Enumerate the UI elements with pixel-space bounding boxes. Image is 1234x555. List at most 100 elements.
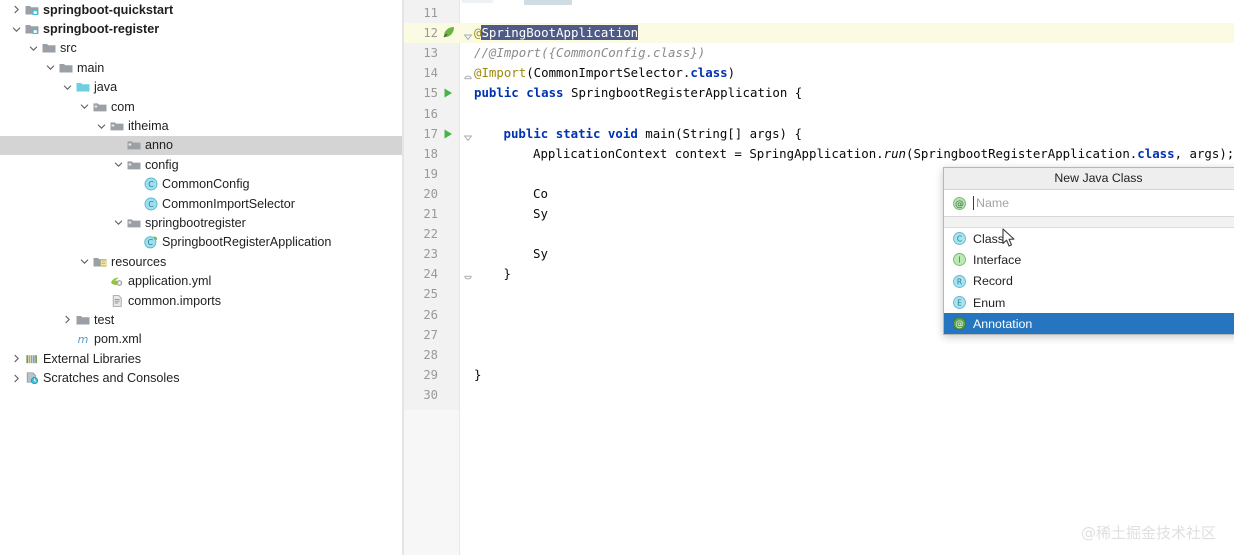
record-icon: R [951, 275, 967, 288]
tree-item-java[interactable]: java [0, 78, 402, 97]
tree-item-external-libraries[interactable]: External Libraries [0, 349, 402, 368]
chevron-right-icon[interactable] [10, 5, 23, 14]
chevron-right-icon[interactable] [10, 374, 23, 383]
tree-item-itheima[interactable]: itheima [0, 116, 402, 135]
class-kind-option-enum[interactable]: EEnum [944, 292, 1234, 313]
text-file-icon [108, 294, 125, 308]
tree-item-resources[interactable]: resources [0, 252, 402, 271]
tree-item-springboot-quickstart[interactable]: springboot-quickstart [0, 0, 402, 19]
code-line[interactable]: 17public static void main(String[] args)… [404, 124, 1234, 144]
chevron-down-icon[interactable] [44, 63, 57, 72]
tree-item-label: config [145, 158, 179, 172]
code-line[interactable]: 11 [404, 3, 1234, 23]
tree-item-config[interactable]: config [0, 155, 402, 174]
line-number: 27 [404, 325, 438, 345]
run-gutter-icon[interactable] [442, 126, 456, 140]
tree-item-main[interactable]: main [0, 58, 402, 77]
svg-text:R: R [956, 277, 961, 286]
tree-item-com[interactable]: com [0, 97, 402, 116]
code-text: @Import(CommonImportSelector.class) [474, 63, 735, 83]
code-line[interactable]: 18ApplicationContext context = SpringApp… [404, 144, 1234, 164]
tree-item-label: com [111, 100, 135, 114]
project-tool-window[interactable]: springboot-quickstart springboot-register… [0, 0, 402, 555]
tree-item-label: application.yml [128, 274, 211, 288]
tree-item-src[interactable]: src [0, 39, 402, 58]
chevron-down-icon[interactable] [112, 160, 125, 169]
tree-item-application-yml[interactable]: application.yml [0, 271, 402, 290]
chevron-right-icon[interactable] [10, 354, 23, 363]
chevron-down-icon[interactable] [78, 102, 91, 111]
class-kind-option-interface[interactable]: IInterface [944, 249, 1234, 270]
run-gutter-icon[interactable] [442, 85, 456, 99]
class-kind-label: Class [973, 232, 1004, 246]
tree-item-springbootregisterapplication[interactable]: CSpringbootRegisterApplication [0, 233, 402, 252]
tree-item-scratches-and-consoles[interactable]: Scratches and Consoles [0, 368, 402, 387]
popup-separator [944, 217, 1234, 228]
code-line[interactable]: 30 [404, 385, 1234, 405]
code-line[interactable]: 28 [404, 345, 1234, 365]
line-number: 30 [404, 385, 438, 405]
code-line[interactable]: 14@Import(CommonImportSelector.class) [404, 63, 1234, 83]
code-fold-icon[interactable] [463, 269, 473, 279]
new-java-class-popup[interactable]: New Java Class @ Name CClassIInterfaceRR… [943, 167, 1234, 335]
tree-item-commonimportselector[interactable]: CCommonImportSelector [0, 194, 402, 213]
tree-item-common-imports[interactable]: common.imports [0, 291, 402, 310]
maven-icon: m [74, 332, 91, 346]
chevron-down-icon[interactable] [10, 25, 23, 34]
package-icon [125, 216, 142, 230]
chevron-down-icon[interactable] [61, 83, 74, 92]
code-text: public class SpringbootRegisterApplicati… [474, 83, 802, 103]
code-line[interactable]: 15public class SpringbootRegisterApplica… [404, 83, 1234, 103]
annotation-icon: @ [951, 197, 967, 210]
annotation-icon: @ [951, 317, 967, 330]
code-fold-icon[interactable] [463, 68, 473, 78]
spring-bean-icon[interactable] [442, 25, 456, 39]
code-line[interactable]: 12@SpringBootApplication [404, 23, 1234, 43]
tree-item-pom-xml[interactable]: mpom.xml [0, 330, 402, 349]
libraries-icon [23, 352, 40, 366]
class-kind-option-annotation[interactable]: @Annotation [944, 313, 1234, 334]
tree-item-label: springbootregister [145, 216, 246, 230]
chevron-right-icon[interactable] [61, 315, 74, 324]
svg-text:@: @ [955, 199, 964, 209]
line-number: 26 [404, 305, 438, 325]
code-fold-icon[interactable] [463, 28, 473, 38]
code-text: //@Import({CommonConfig.class}) [474, 43, 705, 63]
code-line[interactable]: 29} [404, 365, 1234, 385]
tree-item-commonconfig[interactable]: CCommonConfig [0, 175, 402, 194]
popup-title: New Java Class [944, 168, 1234, 190]
code-text: } [474, 365, 481, 385]
tree-item-springbootregister[interactable]: springbootregister [0, 213, 402, 232]
project-tree[interactable]: springboot-quickstart springboot-register… [0, 0, 402, 388]
line-number: 18 [404, 144, 438, 164]
class-kind-option-record[interactable]: RRecord [944, 271, 1234, 292]
svg-text:C: C [148, 180, 154, 189]
tree-item-label: itheima [128, 119, 169, 133]
line-number: 17 [404, 124, 438, 144]
class-kind-label: Interface [973, 253, 1021, 267]
tree-item-test[interactable]: test [0, 310, 402, 329]
tree-item-label: Scratches and Consoles [43, 371, 180, 385]
class-kind-list[interactable]: CClassIInterfaceRRecordEEnum@Annotation [944, 228, 1234, 334]
yaml-file-icon [108, 274, 125, 288]
line-number: 29 [404, 365, 438, 385]
tree-item-springboot-register[interactable]: springboot-register [0, 19, 402, 38]
tree-item-label: anno [145, 138, 173, 152]
code-text: Sy [533, 244, 548, 264]
chevron-down-icon[interactable] [95, 122, 108, 131]
tree-item-label: resources [111, 255, 166, 269]
class-kind-option-class[interactable]: CClass [944, 228, 1234, 249]
class-name-field[interactable]: @ Name [944, 190, 1234, 217]
line-number: 11 [404, 3, 438, 23]
code-line[interactable]: 16 [404, 104, 1234, 124]
code-text: Sy [533, 204, 548, 224]
code-line[interactable]: 13//@Import({CommonConfig.class}) [404, 43, 1234, 63]
tree-item-anno[interactable]: anno [0, 136, 402, 155]
chevron-down-icon[interactable] [112, 218, 125, 227]
chevron-down-icon[interactable] [78, 257, 91, 266]
editor-panel[interactable]: 1112@SpringBootApplication13//@Import({C… [404, 0, 1234, 555]
code-fold-icon[interactable] [463, 129, 473, 139]
tree-item-label: CommonImportSelector [162, 197, 295, 211]
tree-item-label: springboot-quickstart [43, 3, 173, 17]
chevron-down-icon[interactable] [27, 44, 40, 53]
